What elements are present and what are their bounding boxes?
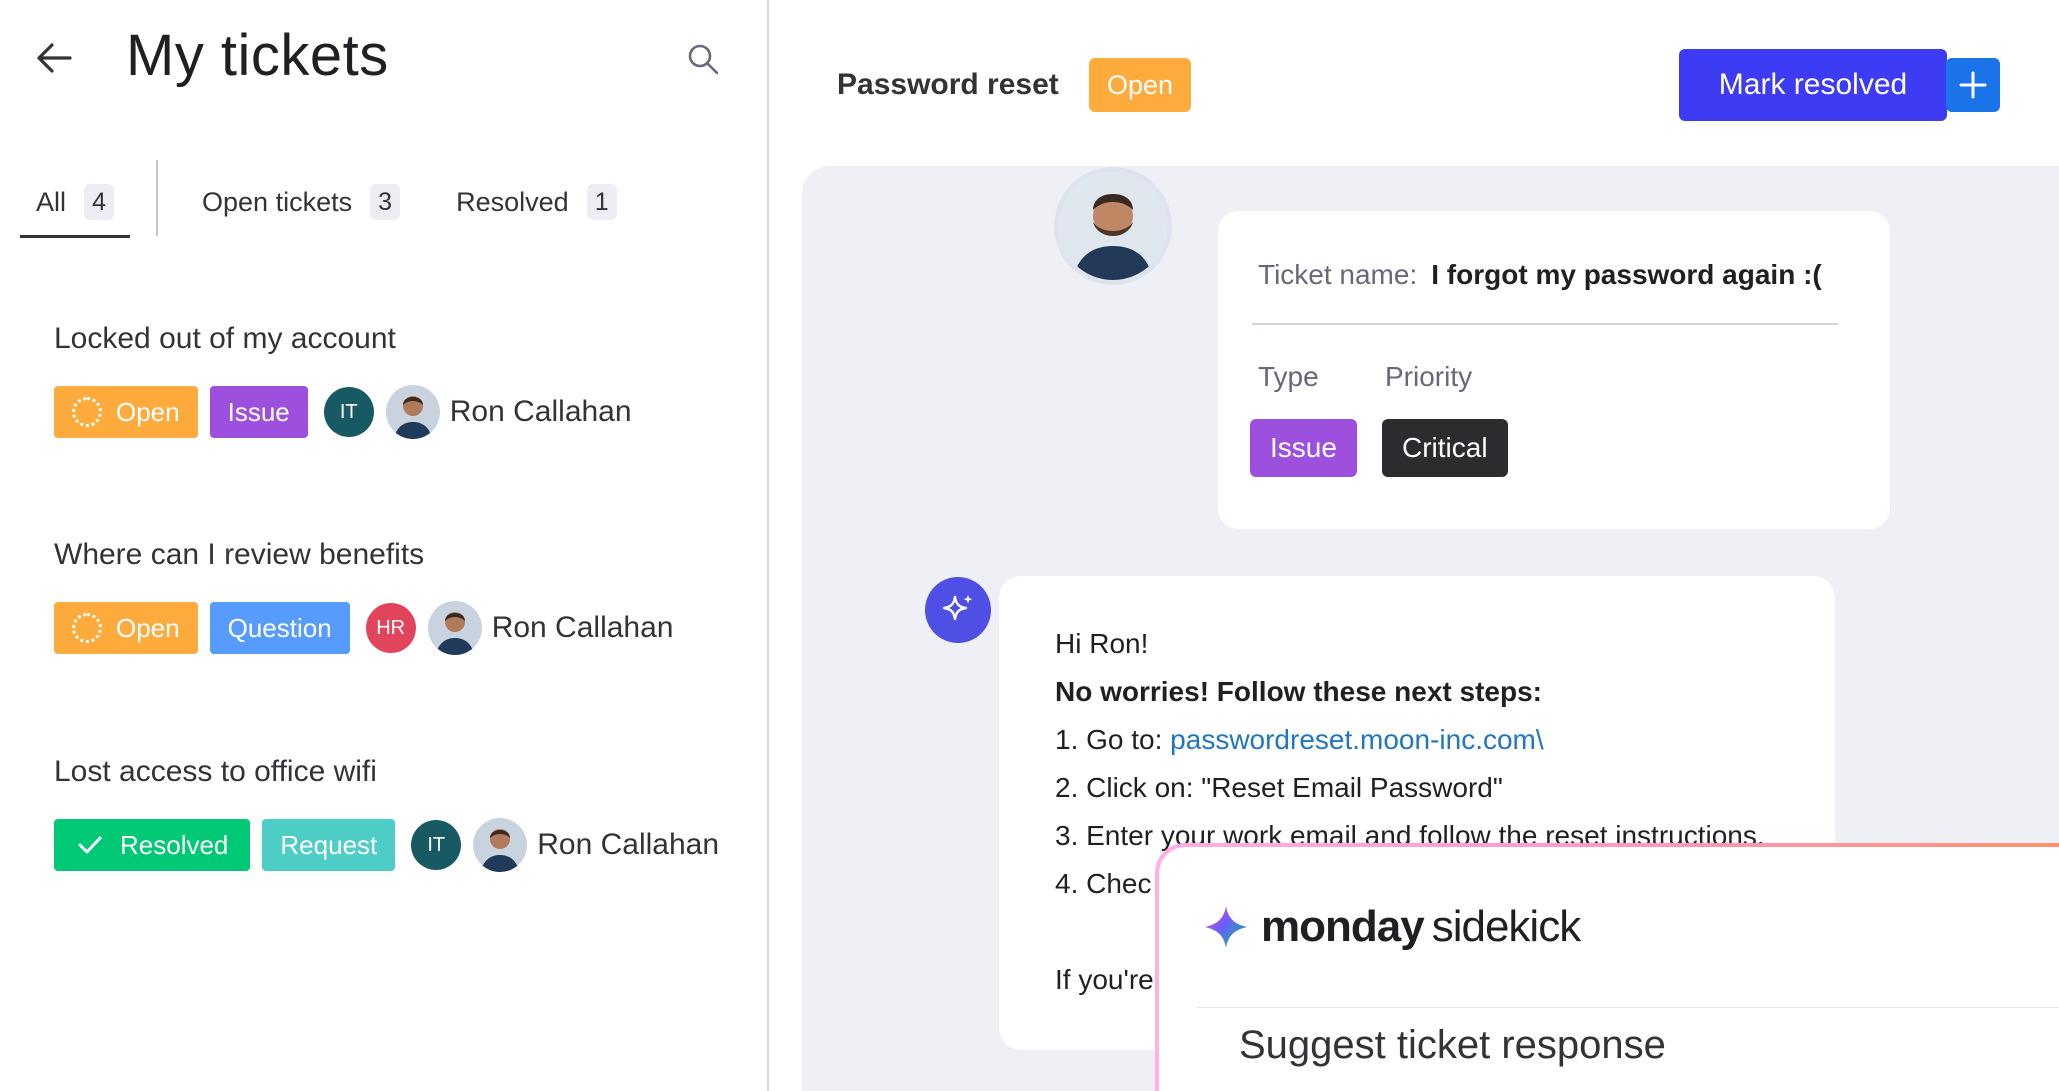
message-intro: No worries! Follow these next steps: bbox=[1055, 676, 1542, 707]
tab-label: All bbox=[36, 186, 67, 217]
priority-badge[interactable]: Critical bbox=[1382, 419, 1508, 477]
status-badge[interactable]: Open bbox=[54, 386, 198, 438]
type-badge[interactable]: Request bbox=[262, 819, 396, 871]
tab-resolved[interactable]: Resolved 1 bbox=[440, 166, 633, 238]
tab-label: Resolved bbox=[456, 186, 569, 217]
sidekick-panel: monday sidekick Suggest ticket response bbox=[1155, 843, 2059, 1091]
ticket-meta: Open Question HR Ron Callahan bbox=[54, 600, 673, 656]
ai-assistant-badge bbox=[925, 577, 991, 643]
ticket-header-title: Password reset bbox=[837, 68, 1059, 101]
requester-avatar bbox=[1054, 167, 1172, 285]
department-label: IT bbox=[339, 400, 358, 423]
avatar bbox=[473, 818, 528, 872]
message-greeting: Hi Ron! bbox=[1055, 628, 1149, 659]
ticket-title: Locked out of my account bbox=[54, 322, 396, 355]
person-avatar-icon bbox=[385, 385, 440, 439]
department-label: IT bbox=[427, 833, 446, 856]
ticket-name-row: Ticket name: I forgot my password again :… bbox=[1258, 259, 1822, 291]
type-label: Type bbox=[1258, 361, 1319, 392]
message-step-2: 2. Click on: "Reset Email Password" bbox=[1055, 772, 1503, 803]
ticket-list-panel: My tickets All 4 Open tickets 3 Resolved… bbox=[0, 0, 767, 1091]
in-progress-icon bbox=[72, 397, 102, 427]
department-label: HR bbox=[376, 616, 406, 639]
sidekick-product: sidekick bbox=[1431, 902, 1581, 951]
owner-name: Ron Callahan bbox=[537, 828, 720, 861]
ticket-item[interactable]: Lost access to office wifi Resolved Requ… bbox=[54, 755, 719, 873]
mark-resolved-button[interactable]: Mark resolved bbox=[1679, 49, 1947, 121]
suggest-ticket-response-action[interactable]: Suggest ticket response bbox=[1239, 1023, 1666, 1068]
tab-label: Open tickets bbox=[202, 186, 353, 217]
ticket-info-card: Ticket name: I forgot my password again :… bbox=[1218, 211, 1890, 529]
owner-name: Ron Callahan bbox=[491, 611, 674, 644]
sparkle-icon bbox=[942, 595, 973, 621]
ticket-name-label: Ticket name: bbox=[1258, 259, 1418, 290]
page-title: My tickets bbox=[126, 23, 389, 88]
sidekick-panel-body: monday sidekick Suggest ticket response bbox=[1159, 847, 2059, 1091]
ticket-item[interactable]: Where can I review benefits Open Questio… bbox=[54, 538, 673, 656]
ticket-item[interactable]: Locked out of my account Open Issue IT R… bbox=[54, 322, 632, 440]
search-icon bbox=[688, 44, 719, 75]
ticket-name-value: I forgot my password again :( bbox=[1431, 259, 1822, 290]
tab-divider bbox=[156, 160, 159, 236]
in-progress-icon bbox=[72, 613, 102, 643]
avatar bbox=[385, 385, 440, 439]
tab-open-tickets[interactable]: Open tickets 3 bbox=[186, 166, 416, 238]
sidekick-sparkle-logo-icon bbox=[1205, 906, 1247, 948]
step-text: 1. Go to: bbox=[1055, 724, 1171, 755]
type-label: Request bbox=[280, 829, 378, 860]
tab-count: 1 bbox=[586, 184, 617, 220]
ticket-meta: Open Issue IT Ron Callahan bbox=[54, 384, 632, 440]
ticket-title: Lost access to office wifi bbox=[54, 755, 377, 788]
status-label: Resolved bbox=[120, 829, 229, 860]
type-label: Question bbox=[227, 612, 332, 643]
plus-icon bbox=[1959, 71, 1987, 99]
sidekick-brand: monday bbox=[1261, 902, 1425, 951]
arrow-left-icon bbox=[37, 43, 72, 73]
type-badge[interactable]: Issue bbox=[1250, 419, 1357, 477]
person-avatar-icon bbox=[427, 601, 482, 655]
sidekick-divider bbox=[1197, 1007, 2059, 1008]
ticket-status-badge[interactable]: Open bbox=[1089, 58, 1192, 112]
ticket-tabs: All 4 Open tickets 3 Resolved 1 bbox=[20, 160, 633, 240]
tab-all[interactable]: All 4 bbox=[20, 166, 131, 238]
status-badge[interactable]: Open bbox=[54, 602, 198, 654]
priority-label: Priority bbox=[1385, 361, 1473, 392]
ticket-title: Where can I review benefits bbox=[54, 538, 425, 571]
add-button[interactable] bbox=[1946, 58, 2000, 112]
person-avatar-icon bbox=[1059, 172, 1167, 280]
type-badge[interactable]: Question bbox=[209, 602, 350, 654]
search-button[interactable] bbox=[684, 40, 722, 78]
status-badge[interactable]: Resolved bbox=[54, 819, 251, 871]
department-badge: IT bbox=[323, 387, 374, 437]
status-label: Open bbox=[116, 396, 180, 427]
status-label: Open bbox=[116, 612, 180, 643]
department-badge: HR bbox=[365, 603, 416, 653]
tab-count: 4 bbox=[84, 184, 115, 220]
owner-name: Ron Callahan bbox=[449, 395, 632, 428]
reset-link[interactable]: passwordreset.moon-inc.com\ bbox=[1170, 724, 1543, 755]
type-badge[interactable]: Issue bbox=[209, 386, 308, 438]
message-step-1: 1. Go to: passwordreset.moon-inc.com\ bbox=[1055, 716, 1779, 764]
department-badge: IT bbox=[411, 820, 462, 870]
card-divider bbox=[1252, 323, 1838, 325]
checkmark-icon bbox=[76, 831, 104, 859]
avatar bbox=[427, 601, 482, 655]
back-button[interactable] bbox=[32, 36, 76, 80]
type-label: Issue bbox=[227, 396, 290, 427]
ticket-meta: Resolved Request IT Ron Callahan bbox=[54, 817, 719, 873]
person-avatar-icon bbox=[473, 818, 528, 872]
sidekick-logo: monday sidekick bbox=[1203, 902, 1581, 952]
tab-count: 3 bbox=[370, 184, 401, 220]
